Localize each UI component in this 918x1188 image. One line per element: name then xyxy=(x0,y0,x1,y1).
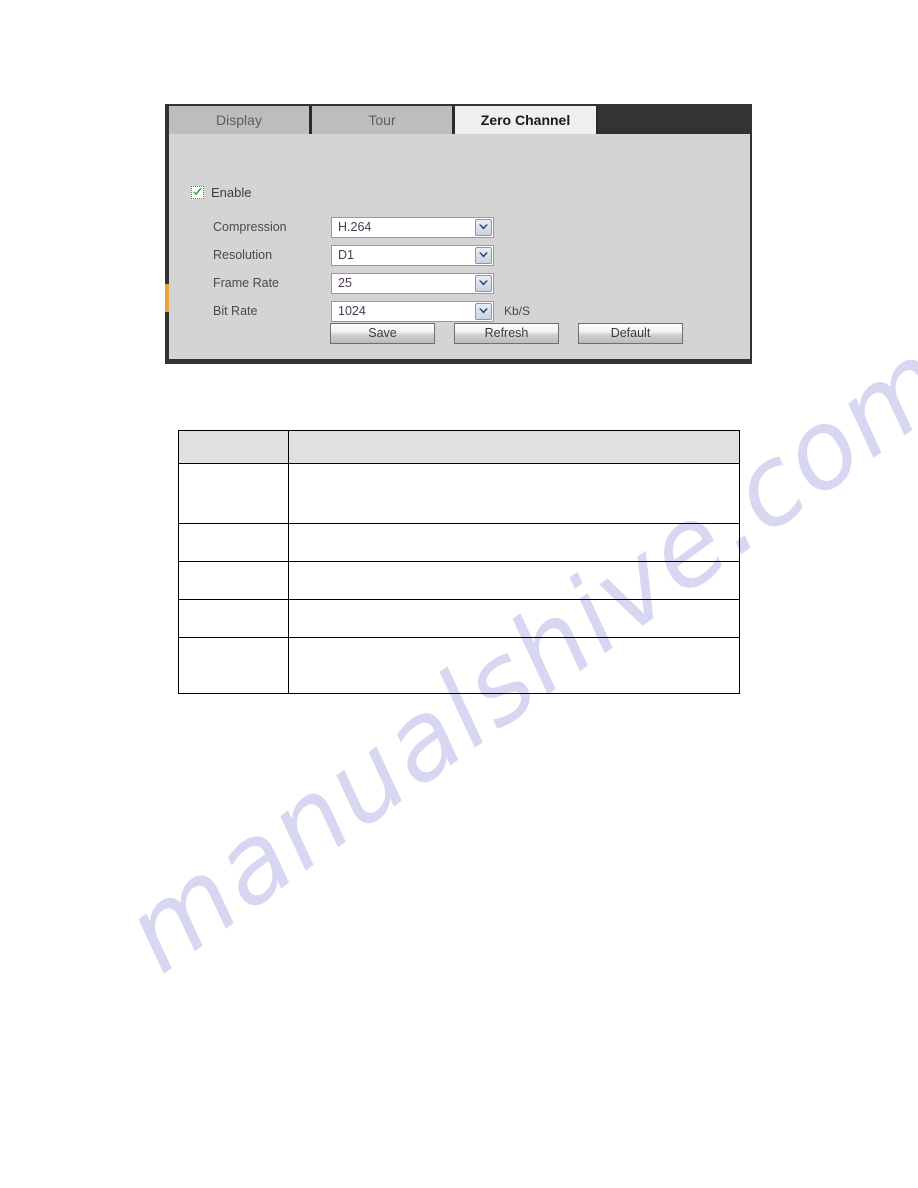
resolution-label: Resolution xyxy=(213,248,273,262)
frame-rate-label: Frame Rate xyxy=(213,276,279,290)
table-row xyxy=(177,561,740,600)
enable-row: Enable xyxy=(191,185,251,200)
table-row xyxy=(177,599,740,638)
table-row xyxy=(177,463,740,524)
parameter-description-table xyxy=(177,430,740,694)
tab-strip: Display Tour Zero Channel xyxy=(169,104,750,134)
table-cell-function xyxy=(288,463,740,524)
bit-rate-unit: Kb/S xyxy=(504,304,531,318)
table-cell-function xyxy=(288,561,740,600)
bit-rate-value: 1024 xyxy=(338,304,366,318)
left-edge-marker xyxy=(165,284,169,312)
refresh-button[interactable]: Refresh xyxy=(454,323,559,344)
field-row-frame-rate: Frame Rate 25 xyxy=(213,272,494,294)
table-cell-parameter xyxy=(177,463,290,524)
compression-value: H.264 xyxy=(338,220,372,234)
resolution-value: D1 xyxy=(338,248,354,262)
button-row: Save Refresh Default xyxy=(330,323,683,344)
frame-rate-value: 25 xyxy=(338,276,352,290)
table-cell-parameter xyxy=(177,523,290,562)
table-cell-parameter xyxy=(177,637,290,694)
compression-label: Compression xyxy=(213,220,287,234)
chevron-down-icon[interactable] xyxy=(475,302,492,320)
table-header-function xyxy=(288,430,740,464)
table-cell-parameter xyxy=(177,599,290,638)
enable-label: Enable xyxy=(211,185,252,200)
frame-rate-select[interactable]: 25 xyxy=(331,272,494,294)
table-cell-function xyxy=(288,523,740,562)
chevron-down-icon[interactable] xyxy=(475,218,492,236)
table-cell-function xyxy=(288,637,740,694)
tab-zero-channel[interactable]: Zero Channel xyxy=(455,106,598,134)
table-header-row xyxy=(177,430,740,464)
save-button[interactable]: Save xyxy=(330,323,435,344)
field-row-resolution: Resolution D1 xyxy=(213,244,494,266)
chevron-down-icon[interactable] xyxy=(475,246,492,264)
tab-display[interactable]: Display xyxy=(169,106,312,134)
zero-channel-settings-panel: Display Tour Zero Channel Enable Compres… xyxy=(165,104,752,364)
form-body: Enable Compression H.264 Resolution D1 F… xyxy=(165,134,750,359)
tab-tour[interactable]: Tour xyxy=(312,106,455,134)
chevron-down-icon[interactable] xyxy=(475,274,492,292)
field-row-bit-rate: Bit Rate 1024 Kb/S xyxy=(213,300,530,322)
compression-select[interactable]: H.264 xyxy=(331,216,494,238)
table-cell-function xyxy=(288,599,740,638)
field-row-compression: Compression H.264 xyxy=(213,216,494,238)
table-cell-parameter xyxy=(177,561,290,600)
table-row xyxy=(177,523,740,562)
table-header-parameter xyxy=(177,430,290,464)
enable-checkbox[interactable] xyxy=(191,186,204,199)
table-row xyxy=(177,637,740,694)
checkmark-icon xyxy=(193,188,202,196)
resolution-select[interactable]: D1 xyxy=(331,244,494,266)
bit-rate-label: Bit Rate xyxy=(213,304,258,318)
bit-rate-select[interactable]: 1024 xyxy=(331,300,494,322)
default-button[interactable]: Default xyxy=(578,323,683,344)
